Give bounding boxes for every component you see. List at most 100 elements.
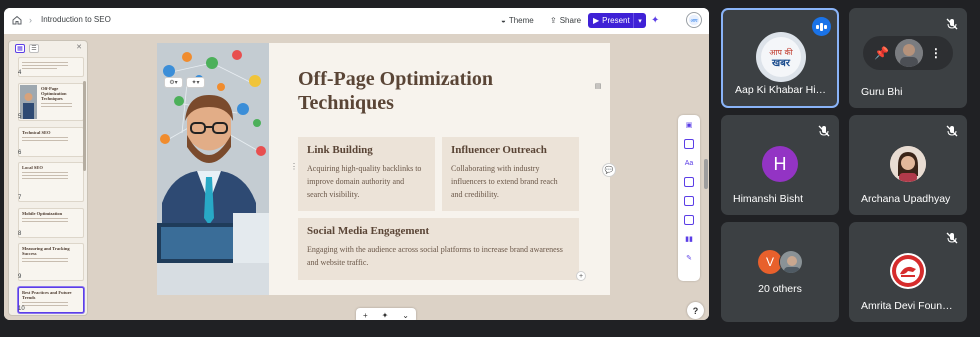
thumbnail-number: 9 xyxy=(18,274,22,280)
thumbnail-number: 6 xyxy=(18,150,22,156)
add-block-icon[interactable]: + xyxy=(576,271,586,281)
image-icon[interactable] xyxy=(684,177,694,187)
current-slide[interactable]: Off-Page Optimization Techniques Link Bu… xyxy=(157,43,610,295)
participant-tile[interactable]: V 20 others xyxy=(721,222,839,322)
social-media-engagement-card[interactable]: Social Media Engagement Engaging with th… xyxy=(298,218,579,280)
present-button[interactable]: ▶ Present ▾ xyxy=(588,13,646,28)
chevron-down-icon[interactable]: ▾ xyxy=(633,13,646,28)
svg-text:आप की: आप की xyxy=(769,47,793,57)
thumbnail-number: 5 xyxy=(18,114,22,120)
svg-text:आप: आप xyxy=(691,19,698,24)
user-avatar[interactable]: आप xyxy=(686,12,702,28)
share-button-label: Share xyxy=(559,16,582,25)
home-icon[interactable] xyxy=(11,14,23,26)
card-body: Collaborating with industry influencers … xyxy=(451,164,558,199)
thumbnail-title: Technical SEO xyxy=(22,130,51,135)
slide-thumbnail-panel: ▦ ☰ ✕ 4 Off-Page Optimization Techniques… xyxy=(8,40,88,316)
video-icon[interactable] xyxy=(684,196,694,206)
edit-icon[interactable]: ✎ xyxy=(684,253,694,263)
channel-logo-icon: आप की खबर xyxy=(761,37,801,77)
chevron-down-icon[interactable]: ⌄ xyxy=(402,311,409,320)
participant-avatar: आप की खबर xyxy=(756,32,806,82)
thumbnail-9[interactable]: Measuring and Tracking Success 9 xyxy=(12,243,86,281)
influencer-outreach-card[interactable]: Influencer Outreach Collaborating with i… xyxy=(442,137,579,211)
pin-icon[interactable]: 📌 xyxy=(874,46,889,60)
svg-text:खबर: खबर xyxy=(771,58,791,69)
image-ai-icon[interactable]: ✦▾ xyxy=(186,77,205,88)
table-icon[interactable] xyxy=(684,215,694,225)
foundation-logo-icon xyxy=(892,255,924,287)
thumbnail-10[interactable]: Best Practices and Future Trends 10 xyxy=(12,287,86,313)
image-settings-icon[interactable]: ⚙▾ xyxy=(164,77,183,88)
thumbnail-card: Off-Page Optimization Techniques xyxy=(18,83,84,121)
link-building-card[interactable]: Link Building Acquiring high-quality bac… xyxy=(298,137,435,211)
help-button[interactable]: ? xyxy=(687,302,704,319)
participant-name: Guru Bhi xyxy=(861,86,903,98)
participant-tile[interactable]: Archana Upadhyay xyxy=(849,115,967,215)
palette-icon: ◒ xyxy=(501,16,506,25)
layout-icon[interactable] xyxy=(684,139,694,149)
editor-topbar: › Introduction to SEO ◒ Theme ⇪ Share ▶ … xyxy=(4,8,709,34)
drag-handle-icon[interactable]: ⋮ xyxy=(290,162,298,171)
play-icon: ▶ xyxy=(593,16,600,25)
theme-button[interactable]: ◒ Theme xyxy=(501,13,534,28)
thumbnail-card: Mobile Optimization xyxy=(18,208,84,238)
thumbnail-card: Technical SEO xyxy=(18,127,84,157)
profile-photo xyxy=(780,251,802,273)
present-button-label: Present xyxy=(602,16,630,25)
presentation-window: › Introduction to SEO ◒ Theme ⇪ Share ▶ … xyxy=(4,8,709,320)
thumbnail-list: 4 Off-Page Optimization Techniques 5 Tec… xyxy=(9,57,87,313)
mic-off-icon xyxy=(946,232,958,244)
participant-name: Archana Upadhyay xyxy=(861,193,951,205)
share-button[interactable]: ⇪ Share xyxy=(550,13,581,28)
participant-name: Aap Ki Khabar Hin… xyxy=(735,84,829,96)
grid-view-icon[interactable]: ▦ xyxy=(15,43,25,53)
thumbnail-title: Mobile Optimization xyxy=(22,211,63,216)
slide-menu-icon[interactable]: ▤ xyxy=(593,81,603,91)
profile-photo xyxy=(895,39,924,67)
thumbnail-6[interactable]: Technical SEO 6 xyxy=(12,127,86,157)
participant-tile[interactable]: 📌 ⋮ Guru Bhi xyxy=(849,8,967,108)
image-toolbar: ⚙▾ ✦▾ xyxy=(164,77,205,88)
profile-photo xyxy=(890,146,926,182)
thumbnail-card xyxy=(18,57,84,77)
text-icon[interactable]: Aa xyxy=(684,158,694,168)
participant-tile[interactable]: Amrita Devi Foun… xyxy=(849,222,967,322)
add-card-icon[interactable]: + xyxy=(363,311,368,320)
card-heading: Link Building xyxy=(307,144,373,156)
slide-title[interactable]: Off-Page Optimization Techniques xyxy=(298,67,578,115)
list-view-icon[interactable]: ☰ xyxy=(29,43,39,53)
thumbnail-number: 8 xyxy=(18,231,22,237)
thumbnail-8[interactable]: Mobile Optimization 8 xyxy=(12,208,86,238)
mic-off-icon xyxy=(946,18,958,30)
cards-icon[interactable]: ▣ xyxy=(684,120,694,130)
thumbnail-title: Local SEO xyxy=(22,165,43,170)
card-body: Engaging with the audience across social… xyxy=(307,245,563,267)
canvas-scrollbar[interactable] xyxy=(704,159,708,189)
sparkle-icon[interactable]: ✦ xyxy=(382,311,389,320)
comment-icon[interactable]: 💬 xyxy=(602,163,616,177)
thumbnail-scrollbar[interactable] xyxy=(83,81,86,171)
card-body: Acquiring high-quality backlinks to impr… xyxy=(307,164,422,199)
thumbnail-card: Best Practices and Future Trends xyxy=(18,287,84,313)
workspace-logo-icon: आप xyxy=(688,14,700,26)
sparkle-icon[interactable]: ✦ xyxy=(651,13,659,28)
more-options-icon[interactable]: ⋮ xyxy=(930,46,942,60)
thumbnail-7[interactable]: Local SEO 7 xyxy=(12,162,86,202)
theme-button-label: Theme xyxy=(508,16,534,25)
document-title[interactable]: Introduction to SEO xyxy=(41,15,111,24)
thumbnail-title: Best Practices and Future Trends xyxy=(22,290,72,300)
participant-name: Himanshi Bisht xyxy=(733,193,804,205)
thumbnail-4[interactable]: 4 xyxy=(12,57,86,77)
participant-avatar xyxy=(779,250,803,274)
participant-avatar xyxy=(890,253,926,289)
thumbnail-5[interactable]: Off-Page Optimization Techniques 5 xyxy=(12,83,86,121)
participant-tile[interactable]: आप की खबर Aap Ki Khabar Hin… xyxy=(721,8,839,108)
participant-tile[interactable]: H Himanshi Bisht xyxy=(721,115,839,215)
chart-icon[interactable]: ▮▮ xyxy=(684,234,694,244)
close-icon[interactable]: ✕ xyxy=(76,43,82,51)
thumbnail-title: Off-Page Optimization Techniques xyxy=(41,86,67,101)
chevron-right-icon: › xyxy=(29,15,32,25)
thumbnail-card: Measuring and Tracking Success xyxy=(18,243,84,281)
card-heading: Influencer Outreach xyxy=(451,144,547,156)
